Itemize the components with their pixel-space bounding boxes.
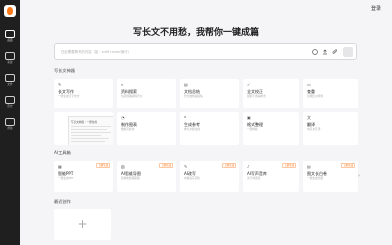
tool-subtitle: 一键生成长图 [307,176,324,180]
tool-card-format[interactable]: ▣ 格式整理 一键排版 [243,112,299,145]
translate-icon: 文 [307,115,311,120]
voice-icon: ♪ [247,164,250,169]
ai-card-long-image[interactable]: 立即生成 ▤ 图文长白卷 一键生成长图 [303,161,358,192]
tool-subtitle: 文字转语音 [247,176,261,180]
sidebar-item-label: 帮助 [7,127,13,130]
rewrite-icon: ✎ [184,164,188,169]
sidebar-item-new[interactable]: 新建 [0,52,20,68]
help-icon [5,118,15,126]
quote-icon: ❝ [184,115,187,120]
format-icon: ▣ [247,115,251,120]
web-search-icon[interactable] [312,49,318,55]
sidebar-item-label: 首页 [7,39,13,42]
tool-subtitle: 一键生成万字长文 [58,94,80,98]
badge: 立即生成 [222,163,236,168]
send-button[interactable] [343,47,353,57]
ai-card-rewrite[interactable]: 立即生成 ✎ AI改写 内容改写润色 [180,161,239,192]
tool-subtitle: 数据可视化 [121,127,135,131]
folder-icon [5,74,15,82]
new-creation-button[interactable]: + [54,209,111,240]
badge: 立即生成 [341,163,355,168]
ppt-icon: ▦ [58,164,62,169]
ai-card-voice[interactable]: 立即生成 ♪ AI写声音库 文字转语音 [243,161,299,192]
tool-subtitle: 参考文献生成 [184,127,201,131]
sidebar-item-label: 文件 [7,83,13,86]
plus-icon: + [77,217,88,231]
tool-subtitle: 内容改写润色 [184,176,201,180]
sidebar-item-label: 历史 [7,105,13,108]
preview-card[interactable]: 写长文神器｜一键生成 [54,112,113,145]
mindmap-icon: ▧ [121,164,125,169]
tool-card-proofread[interactable]: ✓ 全文校正 错别字语病检查 [243,79,299,108]
tool-subtitle: 结构化梳理思路 [121,176,140,180]
prompt-placeholder: 在此需要撰写的内容（如：shift+enter换行） [61,50,132,54]
sidebar-item-label: 新建 [7,61,13,64]
document-icon: ▤ [184,82,188,87]
tool-card-plagiarism[interactable]: ▭ 查重 全网比对查重 [303,79,358,108]
tool-card-translate[interactable]: 文 翻译 中英文互译 [303,112,358,145]
sidebar-item-files[interactable]: 文件 [0,74,20,90]
plagiarism-icon: ▭ [307,82,311,87]
app-logo [4,5,16,17]
tool-subtitle: 信源准确资料齐全 [121,94,143,98]
badge: 立即生成 [96,163,110,168]
tool-subtitle: 错别字语病检查 [247,94,266,98]
tool-subtitle: 一键生成PPT [58,176,74,180]
tool-card-long-write[interactable]: ✎ 长文写作 一键生成万字长文 [54,79,113,108]
section-title-writing: 写长文神器 [54,68,75,73]
page-title: 写长文不用愁，我帮你一键成篇 [132,28,259,38]
tool-subtitle: 长文档快速提炼 [184,94,203,98]
section-title-ai-tools: AI工具箱 [54,150,71,155]
pen-icon: ✎ [58,82,62,87]
tool-subtitle: 中英文互译 [307,127,321,131]
search-icon: ⌕ [121,82,124,87]
new-doc-icon [5,52,15,60]
chevron-right-icon[interactable]: › [358,173,360,179]
chart-icon: ◔ [121,115,125,120]
tool-card-search[interactable]: ⌕ 资料搜索 信源准确资料齐全 [117,79,176,108]
upload-icon[interactable] [322,49,328,55]
badge: 立即生成 [159,163,173,168]
section-title-recent: 最近创作 [54,199,71,204]
attach-icon[interactable] [332,49,338,55]
history-icon [5,96,15,104]
tool-subtitle: 一键排版 [247,127,258,131]
sidebar-item-history[interactable]: 历史 [0,96,20,112]
badge: 立即生成 [282,163,296,168]
check-icon: ✓ [247,82,251,87]
login-button[interactable]: 登录 [368,6,384,12]
tool-card-summary[interactable]: ▤ 文档总结 长文档快速提炼 [180,79,239,108]
ai-card-ppt[interactable]: 立即生成 ▦ 智能PPT 一键生成PPT [54,161,113,192]
tool-subtitle: 全网比对查重 [307,94,324,98]
sidebar-item-help[interactable]: 帮助 [0,118,20,134]
prompt-input[interactable]: 在此需要撰写的内容（如：shift+enter换行） [54,43,357,60]
ai-card-mindmap[interactable]: 立即生成 ▧ AI思维导图 结构化梳理思路 [117,161,176,192]
long-image-icon: ▤ [307,164,311,169]
tool-card-chart[interactable]: ◔ 制作图表 数据可视化 [117,112,176,145]
preview-title: 写长文神器｜一键生成 [71,121,97,124]
document-preview: 写长文神器｜一键生成 [68,116,113,145]
tool-card-reference[interactable]: ❝ 生成参考 参考文献生成 [180,112,239,145]
